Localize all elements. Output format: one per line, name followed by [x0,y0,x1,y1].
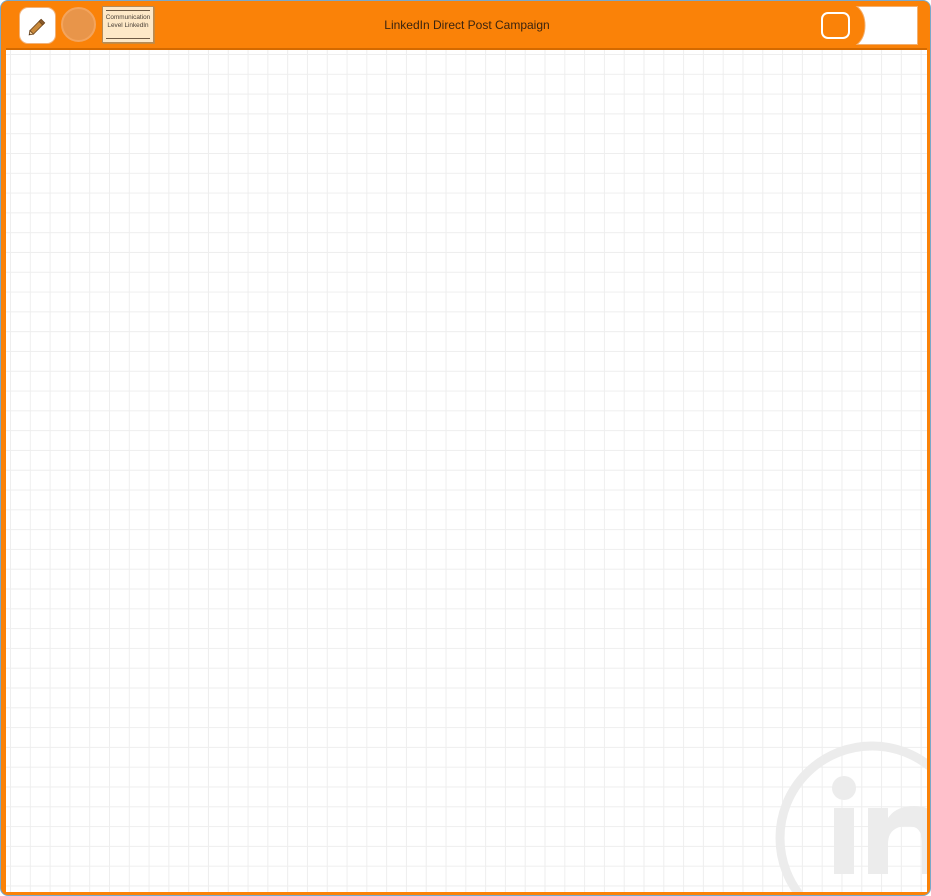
canvas-area[interactable] [6,48,927,892]
pencil-tool-button[interactable] [19,7,56,44]
pencil-icon [28,18,45,35]
window-title: LinkedIn Direct Post Campaign [384,18,550,32]
window-button[interactable] [819,10,852,41]
tab-button[interactable] [855,6,918,45]
note-card-top-line [106,10,150,11]
toolbar: Communication Level LinkedIn LinkedIn Di… [2,2,930,47]
note-card-bottom-line [106,38,150,39]
window-icon [821,12,850,39]
app-frame: Communication Level LinkedIn LinkedIn Di… [0,0,931,896]
circle-tool-button[interactable] [61,7,96,42]
note-card-line2: Level LinkedIn [107,22,149,29]
note-card-line1: Communication [105,14,151,21]
note-card[interactable]: Communication Level LinkedIn [102,6,154,43]
tab-arrow-icon [855,6,918,45]
note-card-text: Communication Level LinkedIn [103,14,153,30]
linkedin-logo [775,741,927,892]
